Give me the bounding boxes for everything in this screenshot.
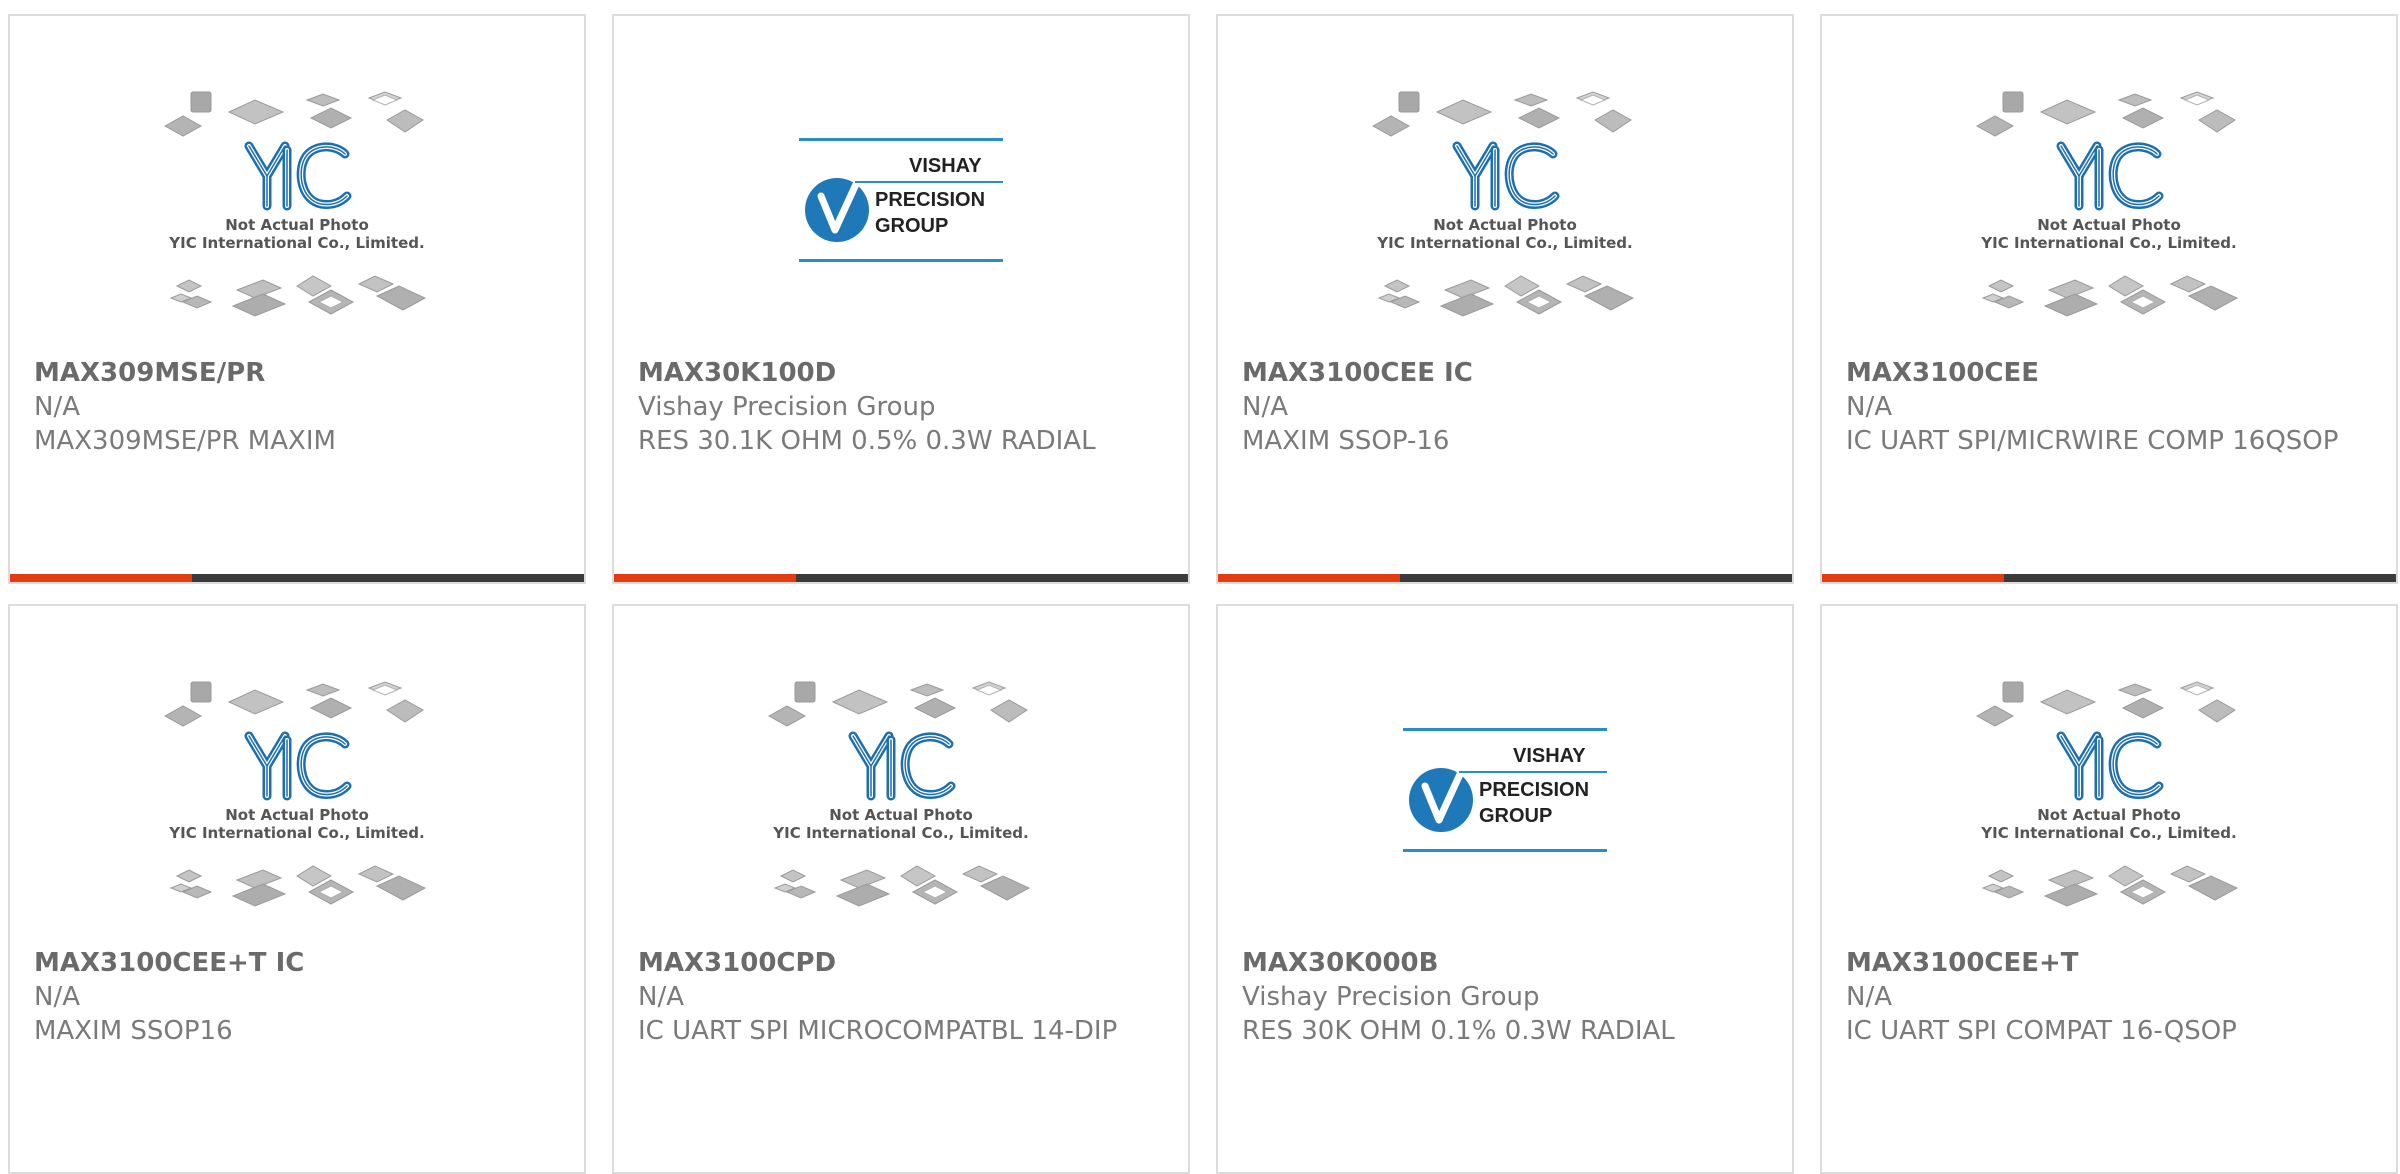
- logo-text-precision: PRECISION: [1479, 779, 1589, 801]
- manufacturer: N/A: [34, 392, 80, 422]
- part-number-link[interactable]: MAX3100CEE: [1846, 356, 2376, 390]
- chip-placeholder-image: Not Actual Photo YIC International Co., …: [1975, 681, 2239, 907]
- manufacturer: N/A: [1846, 392, 1892, 422]
- part-number-link[interactable]: MAX30K100D: [638, 356, 1168, 390]
- manufacturer: N/A: [638, 982, 684, 1012]
- placeholder-caption-1: Not Actual Photo: [2037, 806, 2181, 824]
- logo-text-precision: PRECISION: [875, 189, 985, 211]
- product-card[interactable]: Not Actual Photo YIC International Co., …: [1216, 14, 1794, 584]
- product-image[interactable]: Not Actual Photo YIC International Co., …: [1218, 90, 1792, 360]
- card-bottom-bar: [10, 574, 584, 582]
- product-info: MAX30K100D Vishay Precision Group RES 30.1…: [638, 356, 1168, 458]
- product-card[interactable]: Not Actual Photo YIC International Co., …: [1820, 14, 2398, 584]
- manufacturer: Vishay Precision Group: [638, 392, 936, 422]
- product-card[interactable]: Not Actual Photo YIC International Co., …: [612, 604, 1190, 1174]
- product-image[interactable]: Not Actual Photo YIC International Co., …: [614, 680, 1188, 950]
- placeholder-caption-1: Not Actual Photo: [829, 806, 973, 824]
- manufacturer: N/A: [1242, 392, 1288, 422]
- placeholder-caption-1: Not Actual Photo: [1433, 216, 1577, 234]
- description: RES 30K OHM 0.1% 0.3W RADIAL: [1242, 1016, 1675, 1046]
- card-bottom-bar: [614, 574, 1188, 582]
- placeholder-caption-2: YIC International Co., Limited.: [772, 824, 1028, 842]
- product-info: MAX3100CEE+T IC N/A MAXIM SSOP16: [34, 946, 564, 1048]
- product-card[interactable]: Not Actual Photo YIC International Co., …: [8, 14, 586, 584]
- chip-placeholder-image: Not Actual Photo YIC International Co., …: [163, 681, 427, 907]
- chip-placeholder-image: Not Actual Photo YIC International Co., …: [163, 91, 427, 317]
- placeholder-caption-1: Not Actual Photo: [2037, 216, 2181, 234]
- description: MAXIM SSOP16: [34, 1016, 233, 1046]
- part-number-link[interactable]: MAX3100CEE+T: [1846, 946, 2376, 980]
- card-bottom-bar: [1822, 574, 2396, 582]
- logo-text-group: GROUP: [1479, 805, 1552, 827]
- vishay-precision-group-logo: VISHAY PRECISION GROUP: [1403, 728, 1607, 852]
- part-number-link[interactable]: MAX3100CEE IC: [1242, 356, 1772, 390]
- placeholder-caption-2: YIC International Co., Limited.: [168, 824, 424, 842]
- product-grid: Not Actual Photo YIC International Co., …: [8, 14, 2400, 1174]
- product-card[interactable]: Not Actual Photo YIC International Co., …: [8, 604, 586, 1174]
- chip-placeholder-image: Not Actual Photo YIC International Co., …: [1975, 91, 2239, 317]
- placeholder-caption-1: Not Actual Photo: [225, 806, 369, 824]
- card-accent-bar: [614, 574, 796, 582]
- description: IC UART SPI/MICRWIRE COMP 16QSOP: [1846, 426, 2339, 456]
- placeholder-caption-2: YIC International Co., Limited.: [168, 234, 424, 252]
- placeholder-caption-2: YIC International Co., Limited.: [1980, 824, 2236, 842]
- product-info: MAX3100CEE IC N/A MAXIM SSOP-16: [1242, 356, 1772, 458]
- placeholder-caption-2: YIC International Co., Limited.: [1376, 234, 1632, 252]
- product-info: MAX30K000B Vishay Precision Group RES 30K …: [1242, 946, 1772, 1048]
- description: MAX309MSE/PR MAXIM: [34, 426, 336, 456]
- product-image[interactable]: Not Actual Photo YIC International Co., …: [1822, 90, 2396, 360]
- manufacturer: N/A: [34, 982, 80, 1012]
- card-accent-bar: [10, 574, 192, 582]
- card-bottom-bar: [1218, 574, 1792, 582]
- manufacturer: Vishay Precision Group: [1242, 982, 1540, 1012]
- product-info: MAX3100CEE N/A IC UART SPI/MICRWIRE COMP 1…: [1846, 356, 2376, 458]
- product-image[interactable]: VISHAY PRECISION GROUP: [1218, 680, 1792, 950]
- placeholder-caption-2: YIC International Co., Limited.: [1980, 234, 2236, 252]
- product-info: MAX3100CEE+T N/A IC UART SPI COMPAT 16-QSO…: [1846, 946, 2376, 1048]
- product-card[interactable]: Not Actual Photo YIC International Co., …: [1820, 604, 2398, 1174]
- description: IC UART SPI COMPAT 16-QSOP: [1846, 1016, 2237, 1046]
- chip-placeholder-image: Not Actual Photo YIC International Co., …: [767, 681, 1031, 907]
- product-info: MAX3100CPD N/A IC UART SPI MICROCOMPATBL 1…: [638, 946, 1168, 1048]
- product-image[interactable]: Not Actual Photo YIC International Co., …: [10, 90, 584, 360]
- description: MAXIM SSOP-16: [1242, 426, 1450, 456]
- product-image[interactable]: Not Actual Photo YIC International Co., …: [10, 680, 584, 950]
- logo-text-vishay: VISHAY: [1513, 745, 1586, 767]
- manufacturer: N/A: [1846, 982, 1892, 1012]
- chip-placeholder-image: Not Actual Photo YIC International Co., …: [1371, 91, 1635, 317]
- placeholder-caption-1: Not Actual Photo: [225, 216, 369, 234]
- description: IC UART SPI MICROCOMPATBL 14-DIP: [638, 1016, 1118, 1046]
- part-number-link[interactable]: MAX3100CPD: [638, 946, 1168, 980]
- product-info: MAX309MSE/PR N/A MAX309MSE/PR MAXIM: [34, 356, 564, 458]
- logo-text-group: GROUP: [875, 215, 948, 237]
- product-card[interactable]: VISHAY PRECISION GROUP MAX30K100D Vishay …: [612, 14, 1190, 584]
- vishay-precision-group-logo: VISHAY PRECISION GROUP: [799, 138, 1003, 262]
- part-number-link[interactable]: MAX309MSE/PR: [34, 356, 564, 390]
- part-number-link[interactable]: MAX30K000B: [1242, 946, 1772, 980]
- logo-text-vishay: VISHAY: [909, 155, 982, 177]
- product-image[interactable]: Not Actual Photo YIC International Co., …: [1822, 680, 2396, 950]
- card-accent-bar: [1822, 574, 2004, 582]
- card-accent-bar: [1218, 574, 1400, 582]
- description: RES 30.1K OHM 0.5% 0.3W RADIAL: [638, 426, 1096, 456]
- part-number-link[interactable]: MAX3100CEE+T IC: [34, 946, 564, 980]
- product-image[interactable]: VISHAY PRECISION GROUP: [614, 90, 1188, 360]
- product-card[interactable]: VISHAY PRECISION GROUP MAX30K000B Vishay …: [1216, 604, 1794, 1174]
